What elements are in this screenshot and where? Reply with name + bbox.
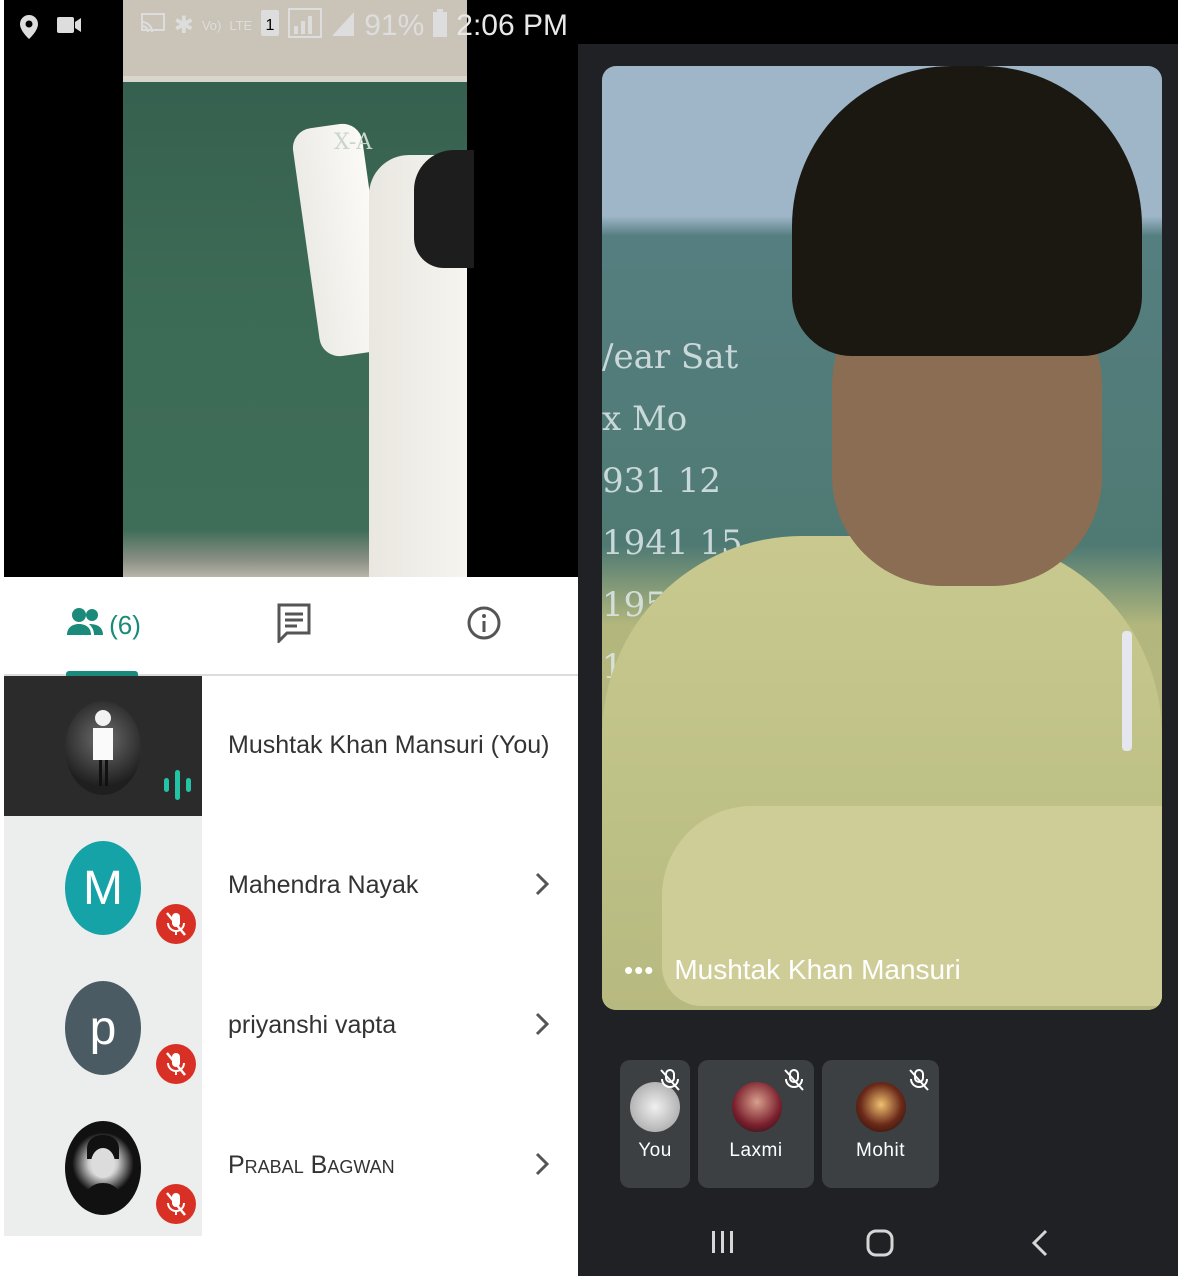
- meeting-tabs: (6): [4, 577, 578, 676]
- avatar-column: p: [4, 956, 202, 1096]
- top-bar: [578, 0, 1178, 44]
- avatar-column: [4, 676, 202, 816]
- avatar: [856, 1082, 906, 1132]
- avatar: M: [65, 841, 141, 935]
- battery-percentage: 91%: [364, 8, 425, 42]
- board-line: /ear Sat: [602, 337, 739, 377]
- tile-name: Laxmi: [729, 1140, 783, 1161]
- participant-name: priyanshi vapta: [228, 1011, 397, 1039]
- left-screenshot: X-A ✱ Vo) LTE 1 91% 2:06 PM (6) Mushtak …: [0, 0, 578, 1276]
- chat-icon: [277, 603, 311, 648]
- bluetooth-icon: ✱: [173, 12, 194, 39]
- chevron-right-icon[interactable]: [534, 1151, 550, 1184]
- participant-name: Mahendra Nayak: [228, 871, 419, 899]
- chevron-right-icon[interactable]: [534, 871, 550, 904]
- participant-row[interactable]: M Mahendra Nayak: [4, 816, 578, 956]
- avatar: [65, 701, 141, 795]
- participant-list: Mushtak Khan Mansuri (You) M Mahendra Na…: [4, 676, 578, 1236]
- people-count: (6): [109, 610, 141, 640]
- participant-row[interactable]: p priyanshi vapta: [4, 956, 578, 1096]
- participant-row[interactable]: Mushtak Khan Mansuri (You): [4, 676, 578, 816]
- right-screenshot: /ear Sat x Mo 931 12 1941 15 1951 20 196…: [578, 0, 1178, 1276]
- tab-info[interactable]: [444, 577, 524, 674]
- participant-name: Mushtak Khan Mansuri (You): [228, 731, 550, 759]
- mic-off-icon: [784, 1069, 804, 1091]
- sim-icon: 1: [260, 9, 280, 42]
- mic-off-icon: [156, 1184, 196, 1224]
- avatar: p: [65, 981, 141, 1075]
- cast-icon: [140, 12, 166, 39]
- board-line: 931 12: [602, 461, 721, 501]
- board-line: x Mo: [602, 399, 688, 439]
- status-bar: ✱ Vo) LTE 1 91% 2:06 PM: [0, 0, 578, 56]
- pen: [1122, 631, 1132, 751]
- svg-text:1: 1: [266, 17, 275, 34]
- chevron-right-icon[interactable]: [534, 1011, 550, 1044]
- participant-row[interactable]: Prabal Bagwan: [4, 1096, 578, 1236]
- tab-chat[interactable]: [254, 577, 334, 674]
- info-icon: [467, 606, 501, 645]
- avatar-column: [4, 1096, 202, 1236]
- mic-off-icon: [909, 1069, 929, 1091]
- mic-off-icon: [156, 1044, 196, 1084]
- avatar-initial: M: [83, 861, 123, 915]
- avatar-initial: p: [89, 1001, 117, 1055]
- presenter-video[interactable]: X-A: [4, 0, 578, 577]
- speaker-name: Mushtak Khan Mansuri: [674, 954, 961, 985]
- android-nav-bar: [578, 1215, 1178, 1276]
- speaker-hair: [792, 66, 1142, 356]
- mic-off-icon: [156, 904, 196, 944]
- home-icon[interactable]: [866, 1229, 894, 1262]
- teacher-head: [414, 150, 474, 268]
- avatar: [65, 1121, 141, 1215]
- participant-tile-mohit[interactable]: Mohit: [822, 1060, 939, 1188]
- participant-tile-laxmi[interactable]: Laxmi: [698, 1060, 814, 1188]
- tile-name: You: [638, 1140, 672, 1161]
- recent-apps-icon[interactable]: [710, 1229, 736, 1260]
- tab-people[interactable]: (6): [44, 577, 164, 676]
- back-icon[interactable]: [1030, 1229, 1050, 1262]
- location-pin-icon: [18, 14, 40, 46]
- lte-label: LTE: [229, 18, 253, 33]
- people-icon: [67, 607, 104, 644]
- speaker-label: ••• Mushtak Khan Mansuri: [624, 954, 961, 986]
- status-time: 2:06 PM: [456, 8, 568, 42]
- speaking-indicator-icon: [164, 770, 191, 800]
- avatar-column: M: [4, 816, 202, 956]
- speaker-video[interactable]: /ear Sat x Mo 931 12 1941 15 1951 20 196…: [602, 66, 1162, 1010]
- signal-strength-icon: [288, 8, 323, 43]
- volte-label: Vo): [201, 18, 222, 33]
- tile-name: Mohit: [856, 1140, 905, 1161]
- participant-tile-you[interactable]: You: [620, 1060, 690, 1188]
- mic-off-icon: [660, 1069, 680, 1091]
- signal-strength-2-icon: [330, 8, 356, 43]
- status-bar-right: ✱ Vo) LTE 1 91% 2:06 PM: [140, 8, 568, 43]
- avatar: [732, 1082, 782, 1132]
- chalk-writing: X-A: [334, 130, 373, 155]
- video-camera-icon: [56, 14, 82, 42]
- battery-icon: [432, 8, 448, 43]
- participant-name: Prabal Bagwan: [228, 1151, 395, 1179]
- more-options-icon[interactable]: •••: [624, 955, 654, 986]
- chalkboard-frame: [123, 76, 467, 82]
